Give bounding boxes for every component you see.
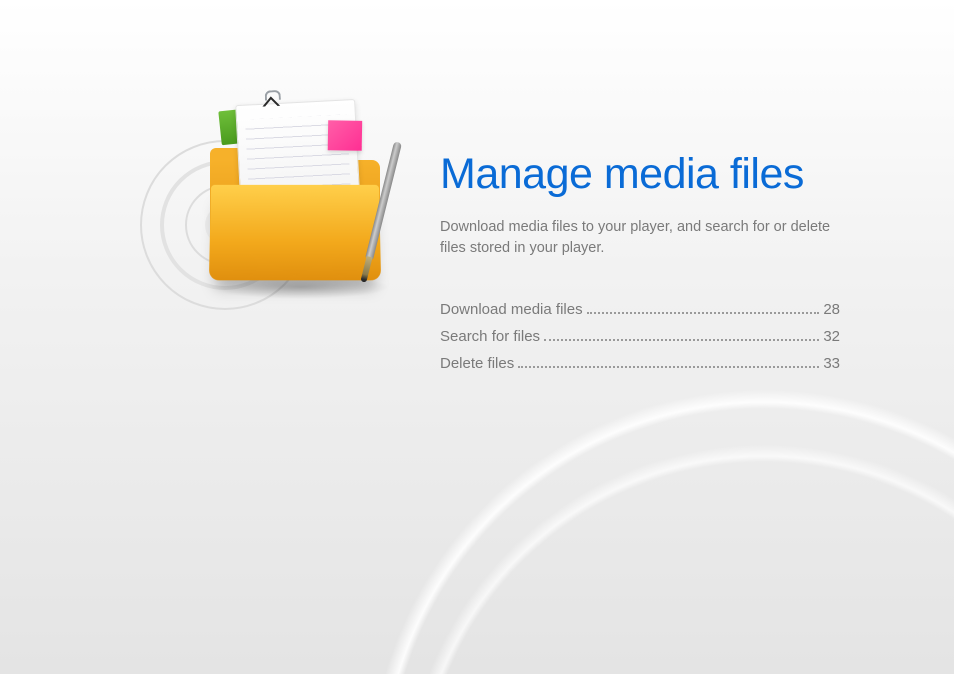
page-title: Manage media files <box>440 150 870 199</box>
toc-page-number: 28 <box>823 301 840 318</box>
toc-leader-dots <box>587 312 820 314</box>
folder-illustration <box>170 90 410 310</box>
toc-entry[interactable]: Search for files 32 <box>440 328 840 345</box>
toc-label: Download media files <box>440 301 583 318</box>
toc-leader-dots <box>544 339 819 341</box>
page-subtitle: Download media files to your player, and… <box>440 217 840 259</box>
toc-page-number: 33 <box>823 355 840 372</box>
chapter-cover-page: Manage media files Download media files … <box>0 0 954 674</box>
toc-label: Search for files <box>440 328 540 345</box>
toc-label: Delete files <box>440 355 514 372</box>
content-block: Manage media files Download media files … <box>440 150 870 382</box>
binder-clip-icon <box>261 90 280 109</box>
folder-icon <box>210 150 380 280</box>
toc-entry[interactable]: Download media files 28 <box>440 301 840 318</box>
sticky-note-icon <box>328 120 363 151</box>
toc-leader-dots <box>518 366 819 368</box>
decorative-arc <box>314 334 954 674</box>
table-of-contents: Download media files 28 Search for files… <box>440 301 840 372</box>
decorative-arc <box>354 394 954 674</box>
toc-page-number: 32 <box>823 328 840 345</box>
toc-entry[interactable]: Delete files 33 <box>440 355 840 372</box>
